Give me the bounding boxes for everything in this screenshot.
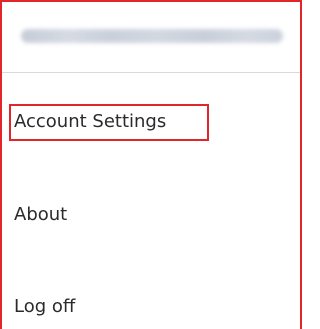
user-menu-header xyxy=(2,2,300,73)
menu-item-about[interactable]: About xyxy=(2,194,300,234)
menu-item-label: Account Settings xyxy=(14,111,167,132)
menu-item-account-settings[interactable]: Account Settings xyxy=(2,102,300,142)
menu-item-label: Log off xyxy=(14,296,76,317)
menu-item-label: About xyxy=(14,204,68,225)
user-menu-panel: Account Settings About Log off xyxy=(0,0,302,329)
blurred-user-name xyxy=(21,29,283,43)
menu-item-log-off[interactable]: Log off xyxy=(2,286,300,326)
